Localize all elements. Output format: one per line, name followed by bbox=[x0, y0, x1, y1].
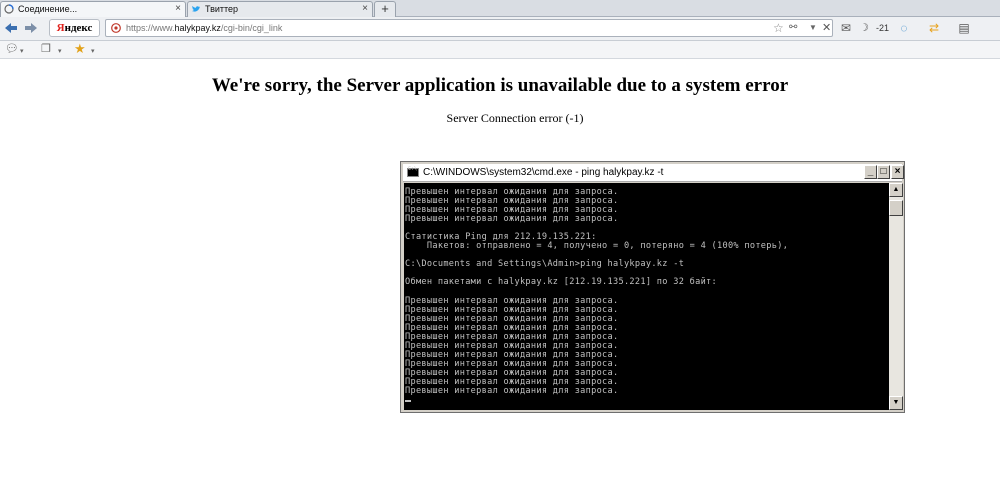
console-output[interactable]: Превышен интервал ожидания для запроса. … bbox=[404, 183, 889, 410]
tab-strip: Соединение... × Твиттер × + bbox=[0, 0, 1000, 17]
yandex-logo-letter: Я bbox=[56, 22, 65, 34]
close-icon[interactable]: ✕ bbox=[822, 20, 831, 36]
chevron-down-icon[interactable]: ▾ bbox=[58, 45, 62, 58]
tab-close-icon[interactable]: × bbox=[362, 2, 368, 16]
chevron-down-icon[interactable]: ▾ bbox=[20, 45, 24, 58]
close-button[interactable]: × bbox=[891, 165, 904, 179]
reader-glasses-icon[interactable]: ⚯ bbox=[789, 20, 797, 36]
url-text[interactable]: https://www.halykpay.kz/cgi-bin/cgi_link bbox=[126, 20, 282, 36]
console-line: Пакетов: отправлено = 4, получено = 0, п… bbox=[405, 241, 789, 252]
tab-title: Твиттер bbox=[205, 4, 239, 14]
translate-icon[interactable]: ⇄ bbox=[926, 20, 942, 36]
address-bar[interactable]: https://www.halykpay.kz/cgi-bin/cgi_link… bbox=[105, 19, 833, 37]
menu-icon[interactable]: ▤ bbox=[956, 20, 972, 36]
site-error-icon bbox=[111, 23, 121, 33]
text-cursor bbox=[405, 400, 411, 403]
favorites-star-icon[interactable]: ★ bbox=[74, 42, 86, 55]
console-text: Превышен интервал ожидания для запроса. … bbox=[404, 183, 889, 405]
cmd-window[interactable]: C:\WINDOWS\system32\cmd.exe - ping halyk… bbox=[400, 161, 905, 413]
url-path: /cgi-bin/cgi_link bbox=[220, 23, 283, 33]
back-arrow-icon[interactable] bbox=[4, 21, 18, 35]
console-line: C:\Documents and Settings\Admin>ping hal… bbox=[405, 259, 685, 270]
forward-arrow-icon[interactable] bbox=[24, 21, 38, 35]
cmd-title: C:\WINDOWS\system32\cmd.exe - ping halyk… bbox=[423, 167, 664, 178]
vertical-scrollbar[interactable]: ▲ ▼ bbox=[889, 183, 903, 410]
new-tab-button[interactable]: + bbox=[374, 1, 396, 17]
loading-icon bbox=[4, 4, 14, 14]
twitter-bird-icon bbox=[192, 6, 200, 12]
navigation-bar: Яндекс https://www.halykpay.kz/cgi-bin/c… bbox=[0, 17, 1000, 41]
yandex-button[interactable]: Яндекс bbox=[49, 19, 100, 37]
speech-bubble-icon[interactable]: 💬︎ bbox=[5, 43, 19, 56]
minimize-button[interactable]: _ bbox=[864, 165, 877, 179]
mail-icon[interactable]: ✉ bbox=[838, 20, 854, 36]
console-line: Превышен интервал ожидания для запроса. bbox=[405, 386, 619, 397]
maximize-button[interactable]: □ bbox=[877, 165, 890, 179]
scroll-thumb[interactable] bbox=[889, 200, 903, 216]
page-title: We're sorry, the Server application is u… bbox=[211, 75, 789, 96]
scroll-down-icon[interactable]: ▼ bbox=[889, 396, 903, 410]
chevron-down-icon[interactable]: ▼ bbox=[809, 20, 817, 36]
url-host: halykpay.kz bbox=[174, 23, 221, 33]
bookmark-star-icon[interactable]: ☆ bbox=[773, 20, 784, 36]
moon-weather-icon[interactable]: ☽ bbox=[856, 20, 872, 36]
refresh-circle-icon[interactable]: ◌ bbox=[896, 20, 912, 36]
console-line: Превышен интервал ожидания для запроса. bbox=[405, 214, 619, 225]
tab-close-icon[interactable]: × bbox=[175, 2, 181, 16]
url-prefix: https://www. bbox=[126, 23, 175, 33]
cmd-titlebar[interactable]: C:\WINDOWS\system32\cmd.exe - ping halyk… bbox=[403, 164, 904, 182]
console-line: Обмен пакетами с halykpay.kz [212.19.135… bbox=[405, 277, 718, 288]
yandex-logo-text: ндекс bbox=[64, 22, 93, 34]
weather-temperature[interactable]: -21 bbox=[876, 20, 889, 36]
tab-connection[interactable]: Соединение... × bbox=[0, 1, 186, 17]
bookmarks-toolbar: 💬︎ ▾ ❐ ▾ ★ ▾ bbox=[0, 41, 1000, 59]
chevron-down-icon[interactable]: ▾ bbox=[91, 45, 95, 58]
tab-twitter[interactable]: Твиттер × bbox=[187, 1, 373, 17]
clipboard-icon[interactable]: ❐ bbox=[41, 43, 51, 56]
cmd-app-icon bbox=[407, 166, 419, 177]
tab-title: Соединение... bbox=[18, 4, 78, 14]
scroll-up-icon[interactable]: ▲ bbox=[889, 183, 903, 197]
error-message: Server Connection error (-1) bbox=[446, 111, 584, 125]
